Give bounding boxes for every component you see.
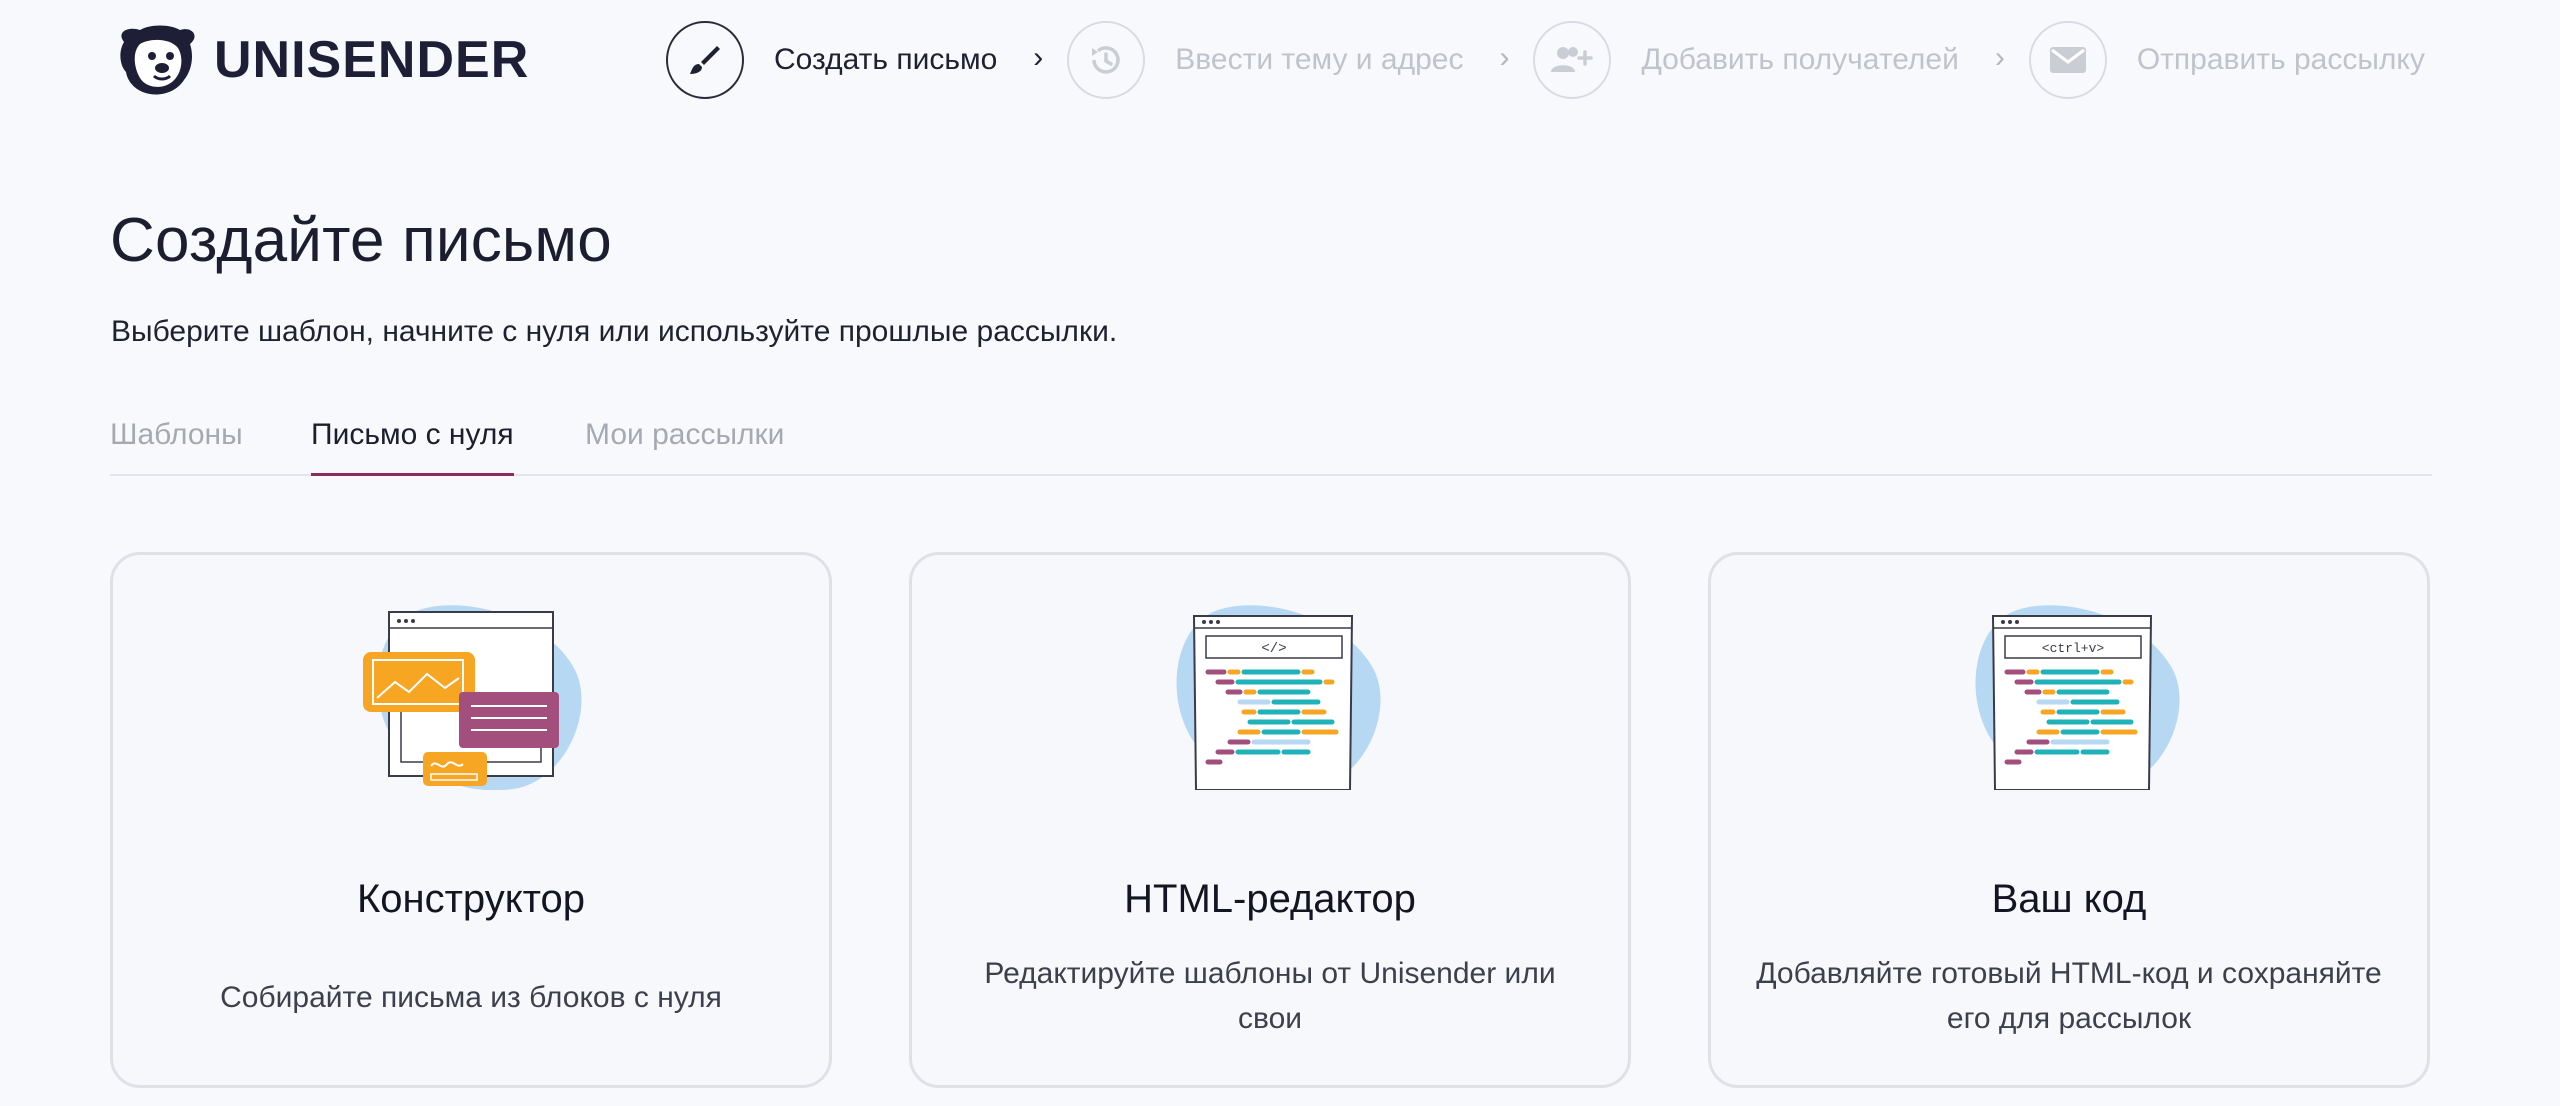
step-add-recipients[interactable]: Добавить получателей [1533,21,1959,99]
constructor-illustration [363,605,582,790]
wizard-steps: Создать письмо › Ввести тему и адрес › Д… [666,21,2425,99]
add-users-icon [1533,21,1612,99]
step-label: Ввести тему и адрес [1175,43,1464,76]
card-your-code[interactable]: <ctrl+v> Ваш код Добавляйте готовый HTML… [1708,552,2430,1088]
tab-my-campaigns[interactable]: Мои рассылки [585,418,784,476]
history-icon [1067,21,1146,99]
page-subtitle: Выберите шаблон, начните с нуля или испо… [111,315,1118,348]
code-label: <ctrl+v> [2042,641,2105,656]
card-description: Редактируйте шаблоны от Unisender или св… [984,957,1556,1035]
step-subject-address[interactable]: Ввести тему и адрес [1067,21,1463,99]
tab-from-scratch[interactable]: Письмо с нуля [311,418,514,476]
chevron-right-icon: › [1499,41,1510,74]
brush-icon [666,21,744,99]
chevron-right-icon: › [1994,41,2005,74]
tabs: Шаблоны Письмо с нуля Мои рассылки [110,418,2432,476]
page-title: Создайте письмо [110,206,612,275]
step-label: Добавить получателей [1641,43,1959,76]
html-editor-illustration: </> [1176,605,1381,790]
page: UNISENDER Создать письмо › Ввести тему и… [0,0,2560,1106]
step-label: Отправить рассылку [2136,43,2425,76]
step-send[interactable]: Отправить рассылку [2028,21,2425,99]
card-html-editor[interactable]: </> HTML-редактор Редактируйте шаблоны о… [909,552,1631,1088]
brand-name: UNISENDER [214,31,530,89]
card-description: Собирайте письма из блоков с нуля [220,981,722,1014]
envelope-icon [2028,21,2107,99]
step-create-letter[interactable]: Создать письмо [666,21,997,99]
card-description: Добавляйте готовый HTML-код и сохраняйте… [1756,957,2382,1035]
card-title: Ваш код [1991,877,2147,921]
card-title: Конструктор [356,877,586,921]
paste-code-illustration: <ctrl+v> [1975,605,2180,790]
tab-templates[interactable]: Шаблоны [110,418,243,476]
chevron-right-icon: › [1033,41,1044,74]
dog-logo-icon [120,25,195,95]
card-constructor[interactable]: Конструктор Собирайте письма из блоков с… [110,552,832,1088]
code-label: </> [1261,641,1286,657]
step-label: Создать письмо [774,43,998,76]
brand-logo[interactable]: UNISENDER [110,22,529,98]
card-title: HTML-редактор [1124,877,1416,921]
